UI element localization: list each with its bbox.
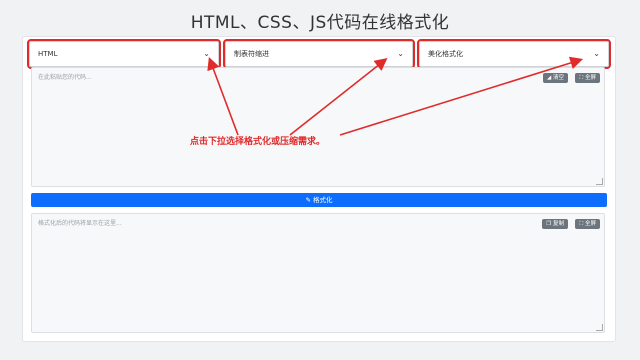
- arrow-to-indent-select: [289, 58, 388, 136]
- arrow-to-language-select: [207, 57, 239, 136]
- arrow-to-mode-select: [339, 56, 584, 136]
- annotation-text: 点击下拉选择格式化或压缩需求。: [190, 137, 326, 147]
- annotation-arrows: [207, 56, 584, 136]
